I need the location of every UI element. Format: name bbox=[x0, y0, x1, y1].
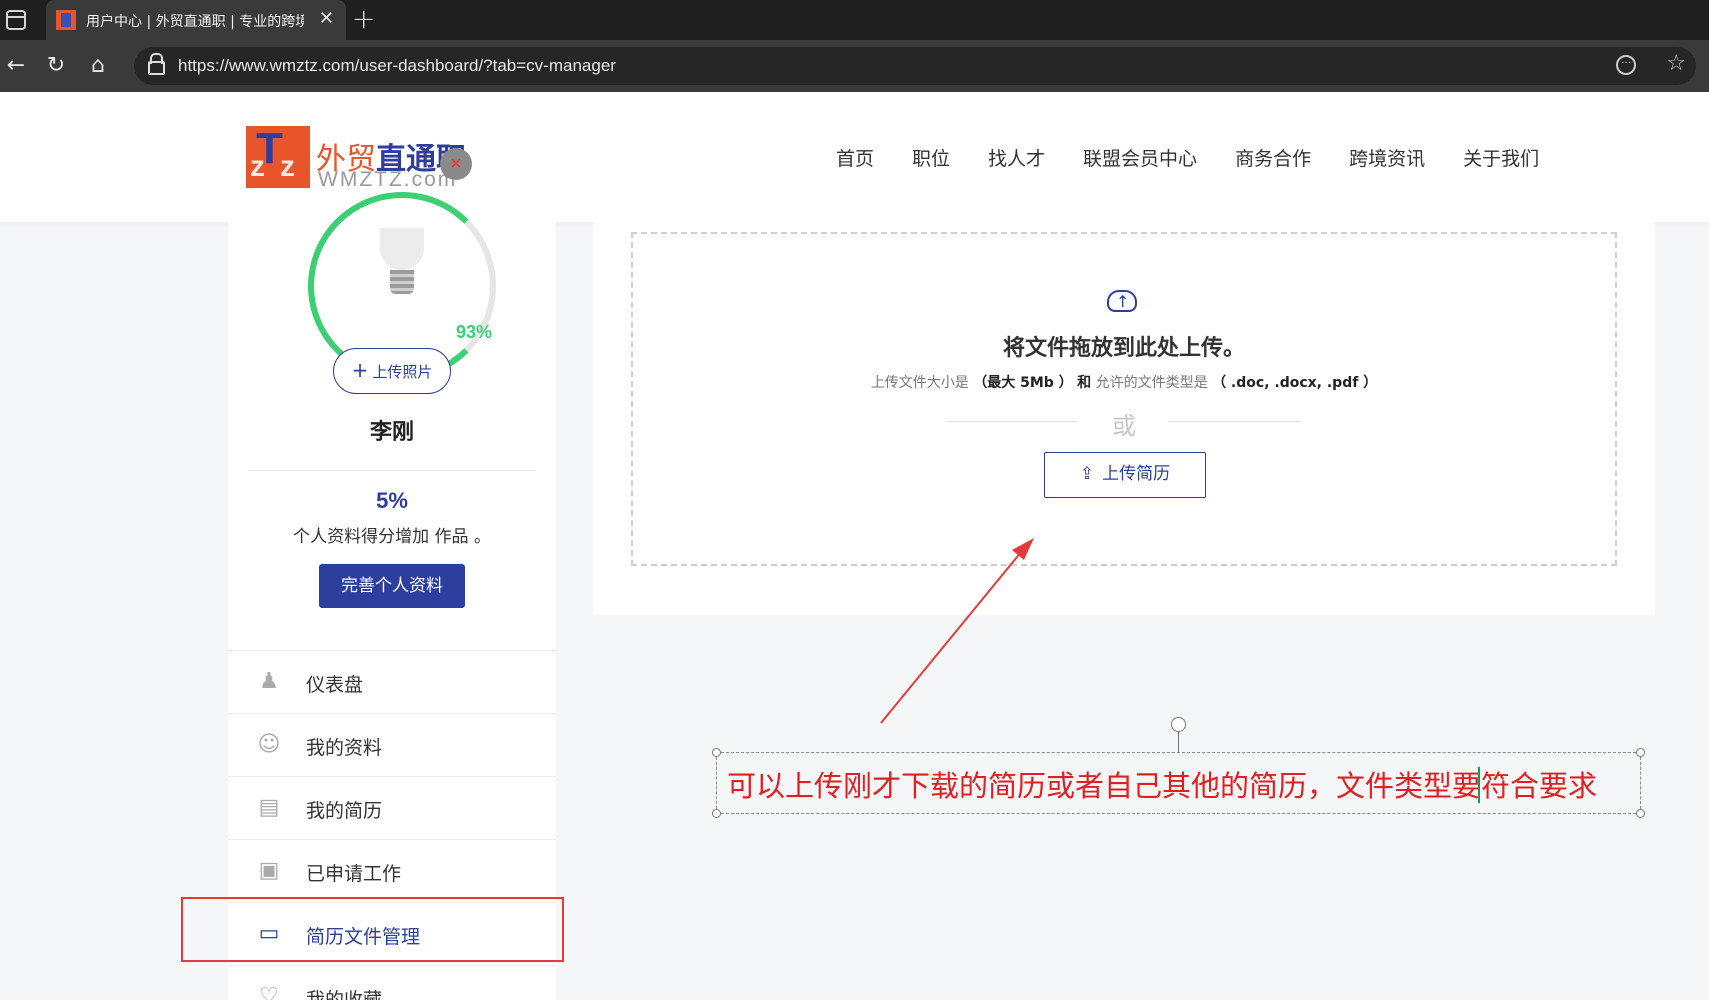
user-icon: ☺ bbox=[257, 732, 281, 757]
reload-icon[interactable]: ↻ bbox=[42, 52, 70, 80]
resize-handle[interactable] bbox=[1636, 809, 1645, 818]
profile-score-text: 个人资料得分增加 作品 。 bbox=[293, 527, 491, 547]
annotation-highlight-box bbox=[181, 897, 564, 962]
annotation-text[interactable]: 可以上传刚才下载的简历或者自己其他的简历，文件类型要符合要求 bbox=[727, 763, 1597, 805]
window-menu-icon[interactable] bbox=[6, 10, 26, 30]
close-overlay-icon[interactable]: ✕ bbox=[440, 148, 472, 180]
sidebar-item-applied-jobs[interactable]: ▣ 已申请工作 bbox=[228, 839, 556, 902]
upload-icon: ⇪ bbox=[1079, 464, 1095, 484]
upload-resume-button[interactable]: ⇪ 上传简历 bbox=[1044, 452, 1206, 498]
profile-score: 5% bbox=[376, 488, 408, 513]
sidebar-item-favorites[interactable]: ♡ 我的收藏 bbox=[228, 965, 556, 1000]
dropzone-title: 将文件拖放到此处上传。 bbox=[1002, 336, 1245, 361]
heart-icon: ♡ bbox=[259, 984, 279, 1000]
favorite-star-icon[interactable]: ☆ bbox=[1666, 51, 1686, 76]
cv-upload-card: ↑ 将文件拖放到此处上传。 上传文件大小是 （最大 5Mb ） 和 允许的文件类… bbox=[593, 222, 1655, 615]
nav-news[interactable]: 跨境资讯 bbox=[1349, 144, 1425, 171]
sidebar-divider bbox=[248, 470, 536, 471]
nav-jobs[interactable]: 职位 bbox=[912, 144, 950, 171]
browser-tab[interactable]: 用户中心 | 外贸直通职 | 专业的跨境 ✕ bbox=[46, 0, 346, 40]
sidebar-item-label: 我的资料 bbox=[306, 737, 383, 759]
url-text[interactable]: https://www.wmztz.com/user-dashboard/?ta… bbox=[178, 56, 616, 76]
sidebar-item-label: 我的收藏 bbox=[306, 989, 383, 1000]
nav-member-center[interactable]: 联盟会员中心 bbox=[1083, 144, 1197, 171]
completion-percent: 93% bbox=[456, 322, 493, 342]
back-arrow-icon[interactable]: ← bbox=[2, 52, 30, 80]
sidebar-item-my-profile[interactable]: ☺ 我的资料 bbox=[228, 713, 556, 776]
browser-tab-bar: 用户中心 | 外贸直通职 | 专业的跨境 ✕ + bbox=[0, 0, 1709, 40]
site-favicon-icon bbox=[56, 10, 76, 30]
more-options-icon[interactable]: ··· bbox=[1616, 55, 1636, 75]
text-caret bbox=[1478, 767, 1480, 803]
site-logo-icon[interactable]: T z z bbox=[246, 124, 310, 188]
cloud-upload-icon: ↑ bbox=[1103, 286, 1143, 316]
rotate-stem bbox=[1178, 731, 1179, 753]
address-bar[interactable]: https://www.wmztz.com/user-dashboard/?ta… bbox=[134, 47, 1696, 85]
plus-icon: + bbox=[351, 358, 369, 382]
or-divider-right bbox=[1168, 421, 1301, 422]
dropzone-hint: 上传文件大小是 （最大 5Mb ） 和 允许的文件类型是 （ .doc, .do… bbox=[870, 375, 1378, 391]
file-dropzone[interactable]: ↑ 将文件拖放到此处上传。 上传文件大小是 （最大 5Mb ） 和 允许的文件类… bbox=[631, 232, 1617, 566]
briefcase-icon: ▣ bbox=[258, 858, 280, 883]
lock-icon[interactable] bbox=[148, 53, 165, 75]
site-header: T z z 外贸直通职 WMZTZ.com ✕ 首页 职位 找人才 联盟会员中心… bbox=[0, 92, 1709, 222]
nav-business[interactable]: 商务合作 bbox=[1235, 144, 1311, 171]
sidebar-item-label: 已申请工作 bbox=[306, 863, 402, 885]
sidebar-item-my-resume[interactable]: ▤ 我的简历 bbox=[228, 776, 556, 839]
tab-close-icon[interactable]: ✕ bbox=[319, 9, 334, 29]
or-separator: 或 bbox=[1112, 412, 1136, 440]
complete-profile-button[interactable]: 完善个人资料 bbox=[319, 564, 465, 608]
resize-handle[interactable] bbox=[712, 748, 721, 757]
nav-home[interactable]: 首页 bbox=[836, 144, 874, 171]
dashboard-icon: ♟ bbox=[259, 669, 279, 694]
upload-photo-button[interactable]: + 上传照片 bbox=[333, 348, 451, 394]
avatar bbox=[376, 228, 428, 298]
or-divider-left bbox=[945, 421, 1078, 422]
resume-icon: ▤ bbox=[258, 795, 280, 820]
main-nav: 首页 职位 找人才 联盟会员中心 商务合作 跨境资讯 关于我们 bbox=[836, 144, 1539, 171]
profile-sidebar: 93% + 上传照片 李刚 5% 个人资料得分增加 作品 。 完善个人资料 ♟ 仪… bbox=[228, 192, 556, 1000]
resize-handle[interactable] bbox=[712, 809, 721, 818]
rotate-handle[interactable] bbox=[1171, 717, 1186, 732]
nav-find-talent[interactable]: 找人才 bbox=[988, 144, 1045, 171]
sidebar-item-label: 仪表盘 bbox=[306, 674, 364, 696]
sidebar-item-dashboard[interactable]: ♟ 仪表盘 bbox=[228, 650, 556, 713]
new-tab-icon[interactable]: + bbox=[352, 4, 375, 34]
sidebar-item-label: 我的简历 bbox=[306, 800, 383, 822]
home-icon[interactable]: ⌂ bbox=[84, 52, 112, 80]
tab-title: 用户中心 | 外贸直通职 | 专业的跨境 bbox=[86, 14, 304, 30]
logo-english-name[interactable]: WMZTZ.com bbox=[318, 168, 457, 192]
resize-handle[interactable] bbox=[1636, 748, 1645, 757]
user-name: 李刚 bbox=[369, 420, 414, 445]
nav-about[interactable]: 关于我们 bbox=[1463, 144, 1539, 171]
browser-toolbar: ← ↻ ⌂ https://www.wmztz.com/user-dashboa… bbox=[0, 40, 1709, 92]
annotation-text-box[interactable]: 可以上传刚才下载的简历或者自己其他的简历，文件类型要符合要求 bbox=[712, 717, 1645, 818]
